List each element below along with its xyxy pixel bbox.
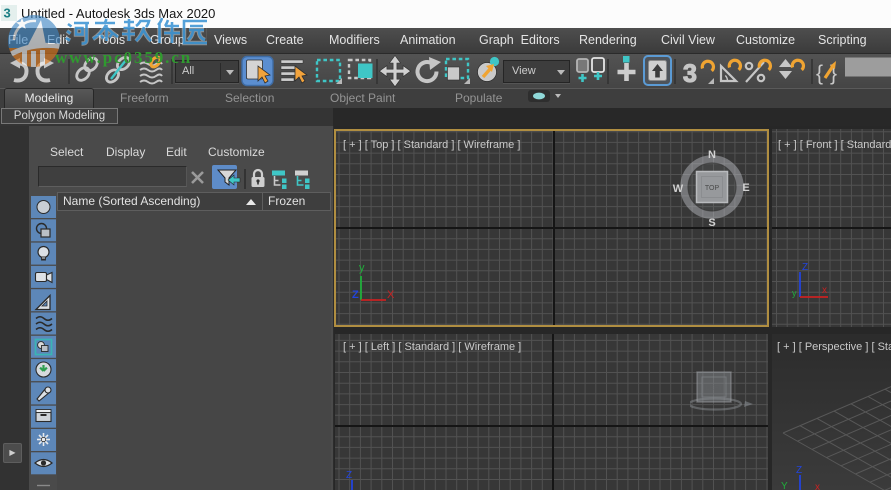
svg-text:Z: Z [796, 465, 802, 476]
svg-text:x: x [822, 285, 827, 296]
svg-text:{: { [816, 62, 823, 85]
svg-text:x: x [815, 482, 820, 490]
svg-text:Z: Z [802, 262, 808, 273]
svg-text:3: 3 [683, 60, 697, 88]
svg-text:E: E [742, 182, 749, 194]
svg-text:S: S [708, 217, 715, 229]
svg-text:y: y [792, 288, 797, 298]
svg-text:y: y [359, 262, 365, 274]
svg-text:Z: Z [352, 289, 359, 301]
svg-text:X: X [387, 289, 395, 301]
svg-text:W: W [673, 183, 684, 195]
svg-text:LEFT: LEFT [706, 385, 722, 392]
svg-text:TOP: TOP [705, 185, 720, 192]
svg-text:N: N [708, 149, 716, 161]
svg-text:Y: Y [781, 481, 788, 490]
svg-text:Z: Z [346, 470, 352, 481]
